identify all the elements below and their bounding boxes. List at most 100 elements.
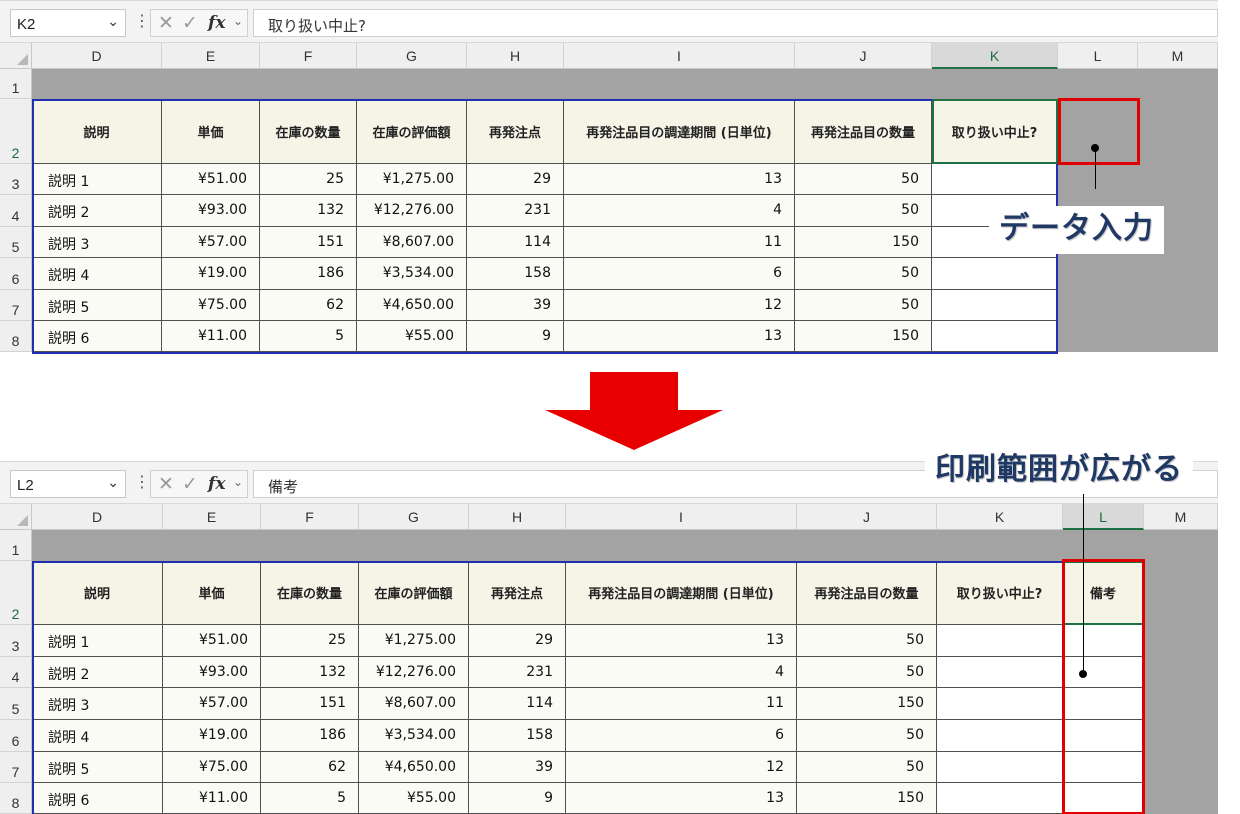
table-cell[interactable]: 4 [564, 195, 795, 227]
table-header-cell[interactable]: 再発注品目の調達期間 (日単位) [566, 561, 797, 625]
table-cell[interactable] [1063, 720, 1144, 752]
table-cell[interactable] [937, 752, 1063, 783]
table-cell[interactable]: ¥57.00 [163, 688, 261, 720]
table-cell[interactable]: 50 [795, 195, 932, 227]
chevron-down-icon[interactable]: ⌄ [233, 14, 243, 28]
table-cell[interactable]: 62 [261, 752, 359, 783]
table-cell[interactable]: ¥12,276.00 [357, 195, 467, 227]
table-cell[interactable]: 9 [469, 783, 566, 814]
column-header-g[interactable]: G [359, 504, 469, 530]
table-header-cell[interactable]: 取り扱い中止? [937, 561, 1063, 625]
column-header-k[interactable]: K [932, 43, 1058, 69]
spreadsheet-grid[interactable]: D E F G H I J K L M 1 2 3 4 5 6 7 8 説明 単価 在庫の数量 在庫の評価額 再発注点 再発注… [0, 43, 1218, 354]
table-cell[interactable] [932, 321, 1058, 352]
table-cell[interactable]: ¥11.00 [162, 321, 260, 352]
column-header-l[interactable]: L [1063, 504, 1144, 530]
row-header-2[interactable]: 2 [0, 99, 32, 164]
table-cell[interactable]: 50 [797, 720, 937, 752]
table-cell[interactable]: 231 [467, 195, 564, 227]
table-header-cell[interactable]: 再発注点 [467, 99, 564, 164]
description-cell[interactable]: 説明 3 [32, 688, 163, 720]
table-cell[interactable]: ¥75.00 [163, 752, 261, 783]
table-cell[interactable]: 4 [566, 657, 797, 688]
table-cell[interactable]: 158 [467, 258, 564, 290]
table-cell[interactable] [937, 688, 1063, 720]
description-cell[interactable]: 説明 6 [32, 321, 162, 352]
table-cell[interactable]: ¥12,276.00 [359, 657, 469, 688]
table-cell[interactable]: 11 [564, 227, 795, 258]
table-header-cell[interactable]: 在庫の評価額 [359, 561, 469, 625]
table-header-cell[interactable]: 在庫の数量 [261, 561, 359, 625]
table-cell[interactable]: 50 [795, 290, 932, 321]
chevron-down-icon[interactable]: ⌄ [233, 475, 243, 489]
select-all-corner[interactable] [0, 43, 32, 69]
table-cell[interactable]: 13 [564, 164, 795, 195]
table-cell[interactable]: ¥19.00 [163, 720, 261, 752]
table-cell[interactable]: ¥11.00 [163, 783, 261, 814]
row-header-3[interactable]: 3 [0, 164, 32, 195]
table-cell[interactable]: 186 [261, 720, 359, 752]
cancel-icon[interactable]: ✕ [158, 12, 174, 34]
table-cell[interactable]: 150 [797, 783, 937, 814]
column-header-g[interactable]: G [357, 43, 467, 69]
more-options-icon[interactable]: ⋮ [134, 11, 150, 30]
table-cell[interactable]: 150 [795, 227, 932, 258]
table-cell[interactable]: 12 [566, 752, 797, 783]
table-cell[interactable]: 13 [566, 783, 797, 814]
table-cell[interactable]: ¥8,607.00 [357, 227, 467, 258]
description-cell[interactable]: 説明 2 [32, 657, 163, 688]
more-options-icon[interactable]: ⋮ [134, 472, 150, 491]
enter-check-icon[interactable]: ✓ [182, 473, 198, 495]
table-cell[interactable]: ¥55.00 [359, 783, 469, 814]
row-header-7[interactable]: 7 [0, 752, 32, 783]
column-header-j[interactable]: J [795, 43, 932, 69]
row-header-2[interactable]: 2 [0, 561, 32, 625]
table-cell[interactable] [1063, 688, 1144, 720]
formula-input[interactable]: 取り扱い中止? [253, 9, 1218, 37]
column-header-k[interactable]: K [937, 504, 1063, 530]
table-cell[interactable]: 5 [261, 783, 359, 814]
table-cell[interactable]: 29 [467, 164, 564, 195]
table-cell[interactable]: ¥1,275.00 [359, 625, 469, 657]
table-cell[interactable]: 50 [797, 625, 937, 657]
chevron-down-icon[interactable]: ⌄ [107, 13, 119, 30]
table-cell[interactable] [937, 720, 1063, 752]
table-cell[interactable]: 50 [797, 657, 937, 688]
column-header-h[interactable]: H [469, 504, 566, 530]
column-header-e[interactable]: E [162, 43, 260, 69]
table-cell[interactable]: 114 [469, 688, 566, 720]
table-header-cell[interactable]: 在庫の評価額 [357, 99, 467, 164]
table-cell[interactable]: 9 [467, 321, 564, 352]
row-header-8[interactable]: 8 [0, 321, 32, 352]
table-cell[interactable]: ¥93.00 [163, 657, 261, 688]
table-header-cell[interactable]: 再発注品目の数量 [797, 561, 937, 625]
table-cell[interactable]: 25 [261, 625, 359, 657]
table-cell[interactable]: ¥51.00 [163, 625, 261, 657]
table-cell[interactable]: 62 [260, 290, 357, 321]
table-cell[interactable]: ¥55.00 [357, 321, 467, 352]
table-header-cell[interactable]: 単価 [163, 561, 261, 625]
row-header-5[interactable]: 5 [0, 688, 32, 720]
table-cell[interactable]: 11 [566, 688, 797, 720]
table-cell[interactable] [937, 625, 1063, 657]
table-cell[interactable]: 50 [795, 258, 932, 290]
table-cell[interactable]: 13 [564, 321, 795, 352]
row-header-4[interactable]: 4 [0, 195, 32, 227]
column-header-d[interactable]: D [32, 43, 162, 69]
description-cell[interactable]: 説明 2 [32, 195, 162, 227]
table-cell[interactable]: 13 [566, 625, 797, 657]
description-cell[interactable]: 説明 5 [32, 290, 162, 321]
column-header-f[interactable]: F [261, 504, 359, 530]
table-cell[interactable]: ¥3,534.00 [357, 258, 467, 290]
name-box[interactable]: L2 ⌄ [10, 470, 126, 498]
table-cell[interactable]: 132 [260, 195, 357, 227]
row-header-6[interactable]: 6 [0, 720, 32, 752]
column-header-d[interactable]: D [32, 504, 163, 530]
table-cell[interactable]: 150 [797, 688, 937, 720]
column-header-i[interactable]: I [566, 504, 797, 530]
table-cell[interactable]: ¥8,607.00 [359, 688, 469, 720]
row-header-1[interactable]: 1 [0, 530, 32, 561]
table-cell[interactable]: 12 [564, 290, 795, 321]
table-cell[interactable]: 50 [797, 752, 937, 783]
table-cell[interactable] [1063, 625, 1144, 657]
